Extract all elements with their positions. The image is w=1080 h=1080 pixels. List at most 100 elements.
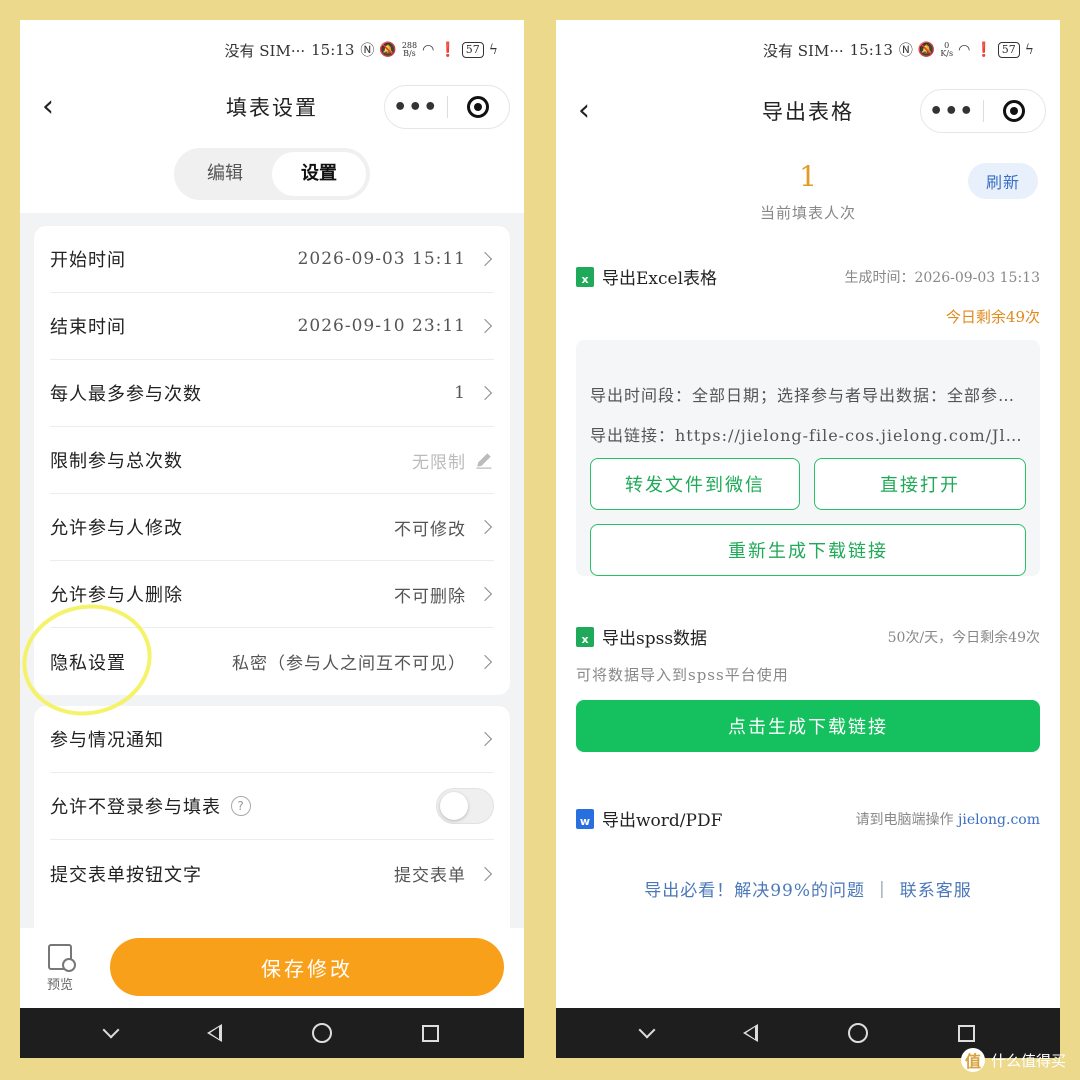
preview-button[interactable]: 预览 [20,943,100,993]
phone-settings: 没有 SIM··· 15:13 Ⓝ 🔕 288 B/s ◠ ❗ 57 ϟ ‹ 填表… [20,20,524,1058]
recent-square-icon[interactable] [958,1024,975,1042]
chevron-right-icon [477,318,493,334]
row-allow-modify[interactable]: 允许参与人修改 不可修改 [50,494,494,561]
carrier-text: 没有 SIM··· [763,41,844,60]
row-value: 2026-09-10 23:11 [297,316,466,336]
export-period: 导出时间段：全部日期；选择参与者导出数据：全部参与者 [590,386,1026,405]
row-end-time[interactable]: 结束时间 2026-09-10 23:11 [50,293,494,360]
excel-generated-time: 生成时间：2026-09-03 15:13 [844,269,1040,286]
row-label: 每人最多参与次数 [50,384,202,405]
row-label: 提交表单按钮文字 [50,864,202,886]
help-link[interactable]: 导出必看！解决99%的问题 [644,876,865,901]
chevron-right-icon [477,654,493,669]
settings-group-basic: 开始时间 2026-09-03 15:11 结束时间 2026-09-10 23… [34,226,510,695]
chevron-right-icon [477,731,493,747]
generate-link-button[interactable]: 点击生成下载链接 [576,700,1040,752]
watermark-text: 什么值得买 [990,1051,1066,1070]
net-speed: 288 B/s [401,41,418,58]
more-icon[interactable]: ••• [385,95,447,120]
chevron-down-icon[interactable] [638,1021,656,1039]
mute-bell-icon: 🔕 [917,42,936,58]
footer-links: 导出必看！解决99%的问题 | 联系客服 [556,876,1060,902]
row-label: 隐私设置 [50,652,126,674]
row-value: 1 [454,383,466,403]
footer-divider: | [879,878,886,899]
phone-export: 没有 SIM··· 15:13 Ⓝ 🔕 0 K/s ◠ ❗ 57 ϟ ‹ 导出表格… [556,20,1060,1058]
chevron-right-icon [477,251,493,267]
jielong-link[interactable]: jielong.com [958,812,1040,828]
row-submit-text[interactable]: 提交表单按钮文字 提交表单 [50,840,494,907]
tab-settings[interactable]: 设置 [272,152,366,196]
battery-icon: 57 [997,42,1020,58]
row-label: 允许参与人修改 [50,518,183,539]
more-icon[interactable]: ••• [921,99,983,124]
charging-icon: ϟ [488,42,498,58]
row-value: 私密（参与人之间互不可见） [232,654,466,674]
mute-bell-icon: 🔕 [379,42,397,58]
back-icon[interactable]: ‹ [578,94,608,128]
status-icons: Ⓝ 🔕 0 K/s ◠ ❗ 57 ϟ [899,40,1034,60]
row-value: 2026-09-03 15:11 [297,249,466,269]
help-icon[interactable]: ? [231,796,251,816]
chevron-down-icon[interactable] [102,1021,120,1039]
nfc-icon: Ⓝ [360,43,375,59]
row-label: 参与情况通知 [50,730,164,751]
status-icons: Ⓝ 🔕 288 B/s ◠ ❗ 57 ϟ [360,40,498,60]
row-value: 不可修改 [394,519,466,540]
chevron-right-icon [477,385,493,401]
preview-icon [48,943,76,972]
row-max-per-person[interactable]: 每人最多参与次数 1 [50,360,494,427]
row-value: 不可删除 [394,586,466,607]
submission-count-label: 当前填表人次 [759,204,856,222]
status-bar: 没有 SIM··· 15:13 Ⓝ 🔕 288 B/s ◠ ❗ 57 ϟ [20,20,524,80]
no-login-toggle[interactable] [436,788,494,824]
back-triangle-icon[interactable] [743,1024,758,1042]
page-title: 填表设置 [226,96,318,120]
forward-to-wechat-button[interactable]: 转发文件到微信 [590,458,800,510]
settings-group-advanced: 参与情况通知 允许不登录参与填表? 提交表单按钮文字 提交表单 [34,706,510,928]
row-notify[interactable]: 参与情况通知 [50,706,494,773]
contact-support-link[interactable]: 联系客服 [900,876,972,901]
back-icon[interactable]: ‹ [42,90,72,124]
row-total-limit[interactable]: 限制参与总次数 无限制 [50,427,494,494]
export-link[interactable]: 导出链接：https://jielong-file-cos.jielong.co… [590,422,1026,446]
excel-file-icon: x [576,266,594,287]
row-allow-delete[interactable]: 允许参与人删除 不可删除 [50,561,494,628]
spss-title: 导出spss数据 [602,629,708,649]
chevron-right-icon [477,519,493,535]
chevron-right-icon [477,586,493,602]
battery-icon: 57 [461,42,484,58]
nfc-icon: Ⓝ [898,43,913,59]
row-value: 提交表单 [394,866,466,886]
net-speed: 0 K/s [940,41,954,58]
regenerate-link-button[interactable]: 重新生成下载链接 [590,524,1026,576]
spss-file-icon: x [576,626,594,647]
word-hint: 请到电脑端操作 [855,811,954,828]
excel-remaining: 今日剩余49次 [945,308,1040,326]
open-directly-button[interactable]: 直接打开 [814,458,1026,510]
status-bar: 没有 SIM··· 15:13 Ⓝ 🔕 0 K/s ◠ ❗ 57 ϟ [556,20,1060,80]
home-circle-icon[interactable] [848,1023,868,1043]
word-title: 导出word/PDF [602,811,723,831]
close-record-icon[interactable] [984,100,1046,122]
preview-label: 预览 [46,977,73,993]
chevron-right-icon [477,866,493,881]
refresh-button[interactable]: 刷新 [968,163,1038,199]
nav-bar: ‹ 填表设置 ••• [20,82,524,132]
home-circle-icon[interactable] [312,1023,332,1043]
nav-bar: ‹ 导出表格 ••• [556,86,1060,136]
excel-section-header: x 导出Excel表格 生成时间：2026-09-03 15:13 [576,264,1040,289]
row-privacy[interactable]: 隐私设置 私密（参与人之间互不可见） [50,628,494,695]
pencil-icon[interactable] [474,450,494,470]
row-no-login: 允许不登录参与填表? [50,773,494,840]
alert-icon: ❗ [439,42,457,58]
row-label: 结束时间 [50,317,126,338]
row-start-time[interactable]: 开始时间 2026-09-03 15:11 [50,226,494,293]
row-label: 开始时间 [50,250,126,271]
tab-edit[interactable]: 编辑 [178,152,272,196]
back-triangle-icon[interactable] [207,1024,222,1042]
close-record-icon[interactable] [448,96,510,118]
save-button[interactable]: 保存修改 [110,938,504,996]
wifi-icon: ◠ [958,42,971,58]
recent-square-icon[interactable] [422,1024,439,1042]
